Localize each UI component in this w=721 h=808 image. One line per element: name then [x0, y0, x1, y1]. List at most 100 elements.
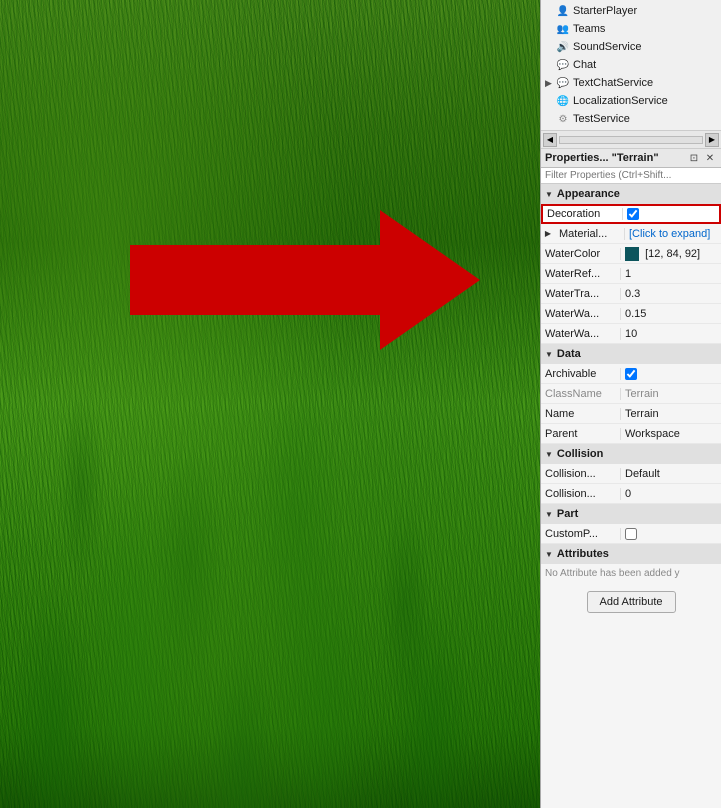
chat-icon: 💬 — [555, 57, 571, 73]
part-collapse-arrow: ▼ — [545, 510, 553, 519]
prop-row-waterwa2[interactable]: WaterWa... 10 — [541, 324, 721, 344]
decoration-checkbox-container[interactable] — [623, 208, 643, 220]
collisiontype-prop-name: Collision... — [541, 468, 621, 480]
material-prop-value: [Click to expand] — [625, 228, 721, 240]
scroll-right-btn[interactable]: ▶ — [705, 133, 719, 147]
localizationservice-icon: 🌐 — [555, 93, 571, 109]
watercolor-prop-value: [12, 84, 92] — [621, 247, 721, 261]
collisionval-prop-value: 0 — [621, 488, 721, 500]
waterwa2-prop-value: 10 — [621, 328, 721, 340]
watercolor-swatch — [625, 247, 639, 261]
tree-item-textchatservice[interactable]: ▶ 💬 TextChatService — [541, 74, 721, 92]
prop-row-collisiontype[interactable]: Collision... Default — [541, 464, 721, 484]
no-attribute-text: No Attribute has been added y — [541, 564, 721, 583]
prop-row-decoration[interactable]: Decoration — [541, 204, 721, 224]
prop-row-material[interactable]: ▶ Material... [Click to expand] — [541, 224, 721, 244]
section-data[interactable]: ▼ Data — [541, 344, 721, 364]
chat-label: Chat — [573, 59, 596, 71]
classname-prop-value: Terrain — [621, 388, 721, 400]
collision-collapse-arrow: ▼ — [545, 450, 553, 459]
attributes-section-label: Attributes — [557, 548, 609, 560]
prop-row-parent[interactable]: Parent Workspace — [541, 424, 721, 444]
soundservice-icon: 🔊 — [555, 39, 571, 55]
section-attributes[interactable]: ▼ Attributes — [541, 544, 721, 564]
right-panel: 👤 StarterPlayer 👥 Teams 🔊 SoundService 💬… — [540, 0, 721, 808]
waterref-prop-value: 1 — [621, 268, 721, 280]
dock-icon[interactable]: ⊡ — [687, 151, 701, 165]
explorer-scrollbar[interactable]: ◀ ▶ — [541, 131, 721, 149]
waterref-prop-name: WaterRef... — [541, 268, 621, 280]
tree-item-chat[interactable]: 💬 Chat — [541, 56, 721, 74]
part-section-label: Part — [557, 508, 578, 520]
add-attribute-button[interactable]: Add Attribute — [587, 591, 676, 613]
archivable-prop-name: Archivable — [541, 368, 621, 380]
prop-row-customp[interactable]: CustomP... — [541, 524, 721, 544]
close-icon[interactable]: ✕ — [703, 151, 717, 165]
textchatservice-icon: 💬 — [555, 75, 571, 91]
appearance-collapse-arrow: ▼ — [545, 190, 553, 199]
starterplayer-label: StarterPlayer — [573, 5, 637, 17]
prop-row-classname[interactable]: ClassName Terrain — [541, 384, 721, 404]
prop-row-watertra[interactable]: WaterTra... 0.3 — [541, 284, 721, 304]
attributes-collapse-arrow: ▼ — [545, 550, 553, 559]
tree-item-teams[interactable]: 👥 Teams — [541, 20, 721, 38]
archivable-checkbox-container[interactable] — [621, 368, 641, 380]
prop-row-archivable[interactable]: Archivable — [541, 364, 721, 384]
data-collapse-arrow: ▼ — [545, 350, 553, 359]
customp-prop-name: CustomP... — [541, 528, 621, 540]
textchatservice-label: TextChatService — [573, 77, 653, 89]
watertra-prop-name: WaterTra... — [541, 288, 621, 300]
customp-checkbox-container[interactable] — [621, 528, 641, 540]
prop-row-collisionval[interactable]: Collision... 0 — [541, 484, 721, 504]
tree-item-testservice[interactable]: ⚙ TestService — [541, 110, 721, 128]
soundservice-label: SoundService — [573, 41, 642, 53]
appearance-section-label: Appearance — [557, 188, 620, 200]
tree-item-starterplayer[interactable]: 👤 StarterPlayer — [541, 2, 721, 20]
waterwa2-prop-name: WaterWa... — [541, 328, 621, 340]
archivable-checkbox[interactable] — [625, 368, 637, 380]
teams-icon: 👥 — [555, 21, 571, 37]
testservice-icon: ⚙ — [555, 111, 571, 127]
collisionval-prop-name: Collision... — [541, 488, 621, 500]
customp-checkbox[interactable] — [625, 528, 637, 540]
starterplayer-icon: 👤 — [555, 3, 571, 19]
name-prop-name: Name — [541, 408, 621, 420]
section-part[interactable]: ▼ Part — [541, 504, 721, 524]
testservice-label: TestService — [573, 113, 630, 125]
data-section-label: Data — [557, 348, 581, 360]
material-expand-arrow: ▶ — [541, 229, 555, 238]
filter-bar — [541, 168, 721, 184]
watercolor-prop-name: WaterColor — [541, 248, 621, 260]
decoration-checkbox[interactable] — [627, 208, 639, 220]
section-appearance[interactable]: ▼ Appearance — [541, 184, 721, 204]
grass-background — [0, 0, 540, 808]
watertra-prop-value: 0.3 — [621, 288, 721, 300]
properties-content: ▼ Appearance Decoration ▶ Material... [C… — [541, 184, 721, 808]
decoration-prop-name: Decoration — [543, 208, 623, 220]
collision-section-label: Collision — [557, 448, 603, 460]
prop-row-watercolor[interactable]: WaterColor [12, 84, 92] — [541, 244, 721, 264]
scroll-track[interactable] — [559, 136, 703, 144]
scroll-left-btn[interactable]: ◀ — [543, 133, 557, 147]
section-collision[interactable]: ▼ Collision — [541, 444, 721, 464]
classname-prop-name: ClassName — [541, 388, 621, 400]
tree-item-localizationservice[interactable]: 🌐 LocalizationService — [541, 92, 721, 110]
parent-prop-value: Workspace — [621, 428, 721, 440]
prop-row-waterwa1[interactable]: WaterWa... 0.15 — [541, 304, 721, 324]
parent-prop-name: Parent — [541, 428, 621, 440]
collisiontype-prop-value: Default — [621, 468, 721, 480]
teams-label: Teams — [573, 23, 605, 35]
prop-row-name[interactable]: Name Terrain — [541, 404, 721, 424]
properties-icons: ⊡ ✕ — [687, 151, 717, 165]
properties-title: Properties... "Terrain" — [545, 152, 659, 164]
prop-row-waterref[interactable]: WaterRef... 1 — [541, 264, 721, 284]
waterwa1-prop-value: 0.15 — [621, 308, 721, 320]
filter-input[interactable] — [545, 170, 717, 181]
name-prop-value: Terrain — [621, 408, 721, 420]
waterwa1-prop-name: WaterWa... — [541, 308, 621, 320]
explorer-tree: 👤 StarterPlayer 👥 Teams 🔊 SoundService 💬… — [541, 0, 721, 131]
red-arrow — [130, 210, 490, 350]
material-prop-name: Material... — [555, 228, 625, 240]
localizationservice-label: LocalizationService — [573, 95, 668, 107]
tree-item-soundservice[interactable]: 🔊 SoundService — [541, 38, 721, 56]
